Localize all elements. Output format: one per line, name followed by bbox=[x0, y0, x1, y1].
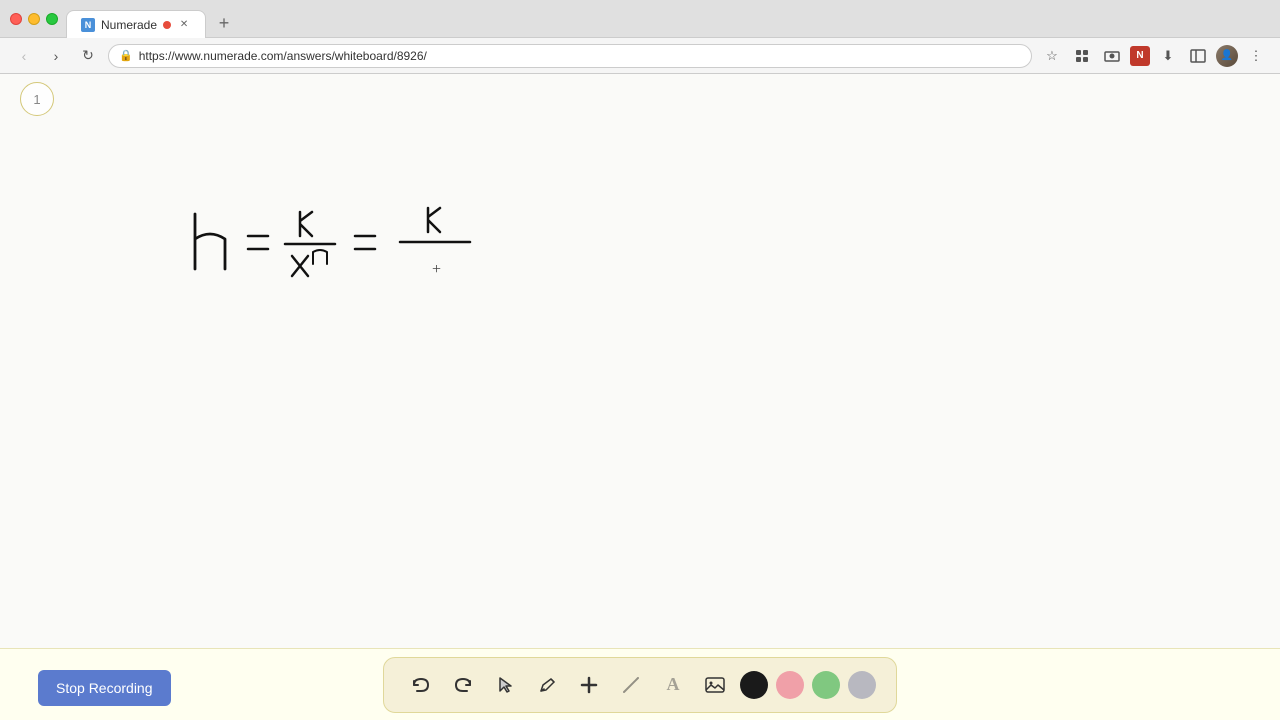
active-tab[interactable]: N Numerade ✕ bbox=[66, 10, 206, 38]
traffic-lights bbox=[10, 13, 58, 25]
profile-avatar[interactable]: 👤 bbox=[1216, 45, 1238, 67]
undo-button[interactable] bbox=[402, 666, 440, 704]
url-text: https://www.numerade.com/answers/whitebo… bbox=[139, 49, 427, 63]
color-gray-button[interactable] bbox=[848, 671, 876, 699]
drawing-tools: A bbox=[383, 657, 897, 713]
sidebar-icon[interactable] bbox=[1186, 44, 1210, 68]
eraser-tool-button[interactable] bbox=[612, 666, 650, 704]
toolbar-icons: ☆ N ⬇ bbox=[1040, 44, 1268, 68]
secure-icon: 🔒 bbox=[119, 49, 133, 62]
download-icon[interactable]: ⬇ bbox=[1156, 44, 1180, 68]
address-bar[interactable]: 🔒 https://www.numerade.com/answers/white… bbox=[108, 44, 1032, 68]
maximize-button[interactable] bbox=[46, 13, 58, 25]
redo-button[interactable] bbox=[444, 666, 482, 704]
formula-svg: + bbox=[180, 194, 600, 304]
content-area: 1 bbox=[0, 74, 1280, 648]
pen-tool-button[interactable] bbox=[528, 666, 566, 704]
formula-container: + bbox=[180, 194, 600, 309]
color-black-button[interactable] bbox=[740, 671, 768, 699]
forward-button[interactable]: › bbox=[44, 44, 68, 68]
numerade-extension-icon[interactable]: N bbox=[1130, 46, 1150, 66]
tab-close-button[interactable]: ✕ bbox=[177, 18, 191, 32]
title-bar: N Numerade ✕ + bbox=[0, 0, 1280, 38]
text-tool-button[interactable]: A bbox=[654, 666, 692, 704]
bookmark-icon[interactable]: ☆ bbox=[1040, 44, 1064, 68]
color-pink-button[interactable] bbox=[776, 671, 804, 699]
new-tab-button[interactable]: + bbox=[210, 9, 238, 37]
stop-recording-button[interactable]: Stop Recording bbox=[38, 670, 171, 706]
bottom-toolbar: Stop Recording bbox=[0, 648, 1280, 720]
navigation-toolbar: ‹ › ↻ 🔒 https://www.numerade.com/answers… bbox=[0, 38, 1280, 74]
refresh-button[interactable]: ↻ bbox=[76, 44, 100, 68]
page-indicator: 1 bbox=[20, 82, 54, 116]
image-tool-button[interactable] bbox=[696, 666, 734, 704]
minimize-button[interactable] bbox=[28, 13, 40, 25]
back-button[interactable]: ‹ bbox=[12, 44, 36, 68]
page-number: 1 bbox=[33, 92, 40, 107]
cast-icon[interactable] bbox=[1100, 44, 1124, 68]
svg-text:+: + bbox=[432, 261, 441, 278]
tab-title: Numerade bbox=[101, 18, 157, 32]
menu-button[interactable]: ⋮ bbox=[1244, 44, 1268, 68]
recording-indicator bbox=[163, 21, 171, 29]
close-button[interactable] bbox=[10, 13, 22, 25]
whiteboard[interactable]: 1 bbox=[0, 74, 1280, 648]
select-tool-button[interactable] bbox=[486, 666, 524, 704]
color-green-button[interactable] bbox=[812, 671, 840, 699]
add-tool-button[interactable] bbox=[570, 666, 608, 704]
extensions-icon[interactable] bbox=[1070, 44, 1094, 68]
tabs-area: N Numerade ✕ + bbox=[66, 0, 1270, 37]
tab-favicon: N bbox=[81, 18, 95, 32]
browser-window: N Numerade ✕ + ‹ › ↻ 🔒 https://www.numer… bbox=[0, 0, 1280, 720]
